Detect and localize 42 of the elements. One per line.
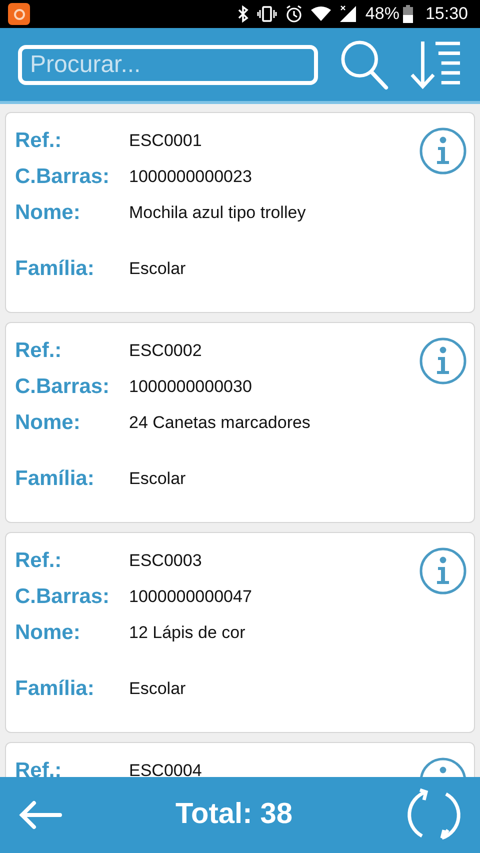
field-label: Família:: [15, 676, 96, 702]
field-value: Escolar: [129, 678, 186, 700]
search-field[interactable]: Procurar...: [18, 44, 318, 84]
signal-icon: [339, 5, 358, 23]
field-label: C.Barras:: [15, 374, 111, 400]
field-value: 12 Lápis de cor: [129, 622, 246, 644]
battery-icon: [403, 5, 414, 23]
field-value: Escolar: [129, 468, 186, 490]
field-value: 1000000000030: [129, 376, 252, 398]
field-value: ESC0002: [129, 340, 202, 362]
back-arrow-icon[interactable]: [18, 800, 62, 830]
total-count: Total: 38: [175, 797, 293, 832]
field-value: 1000000000047: [129, 586, 252, 608]
field-value: Escolar: [129, 258, 186, 280]
field-label: Ref.:: [15, 338, 63, 364]
field-value: 24 Canetas marcadores: [129, 412, 310, 434]
field-value: 1000000000023: [129, 166, 252, 188]
field-label: C.Barras:: [15, 584, 111, 610]
field-label: Nome:: [15, 410, 82, 436]
app-icon: [8, 3, 30, 25]
field-label: Ref.:: [15, 128, 63, 154]
field-label: Família:: [15, 466, 96, 492]
field-label: Nome:: [15, 200, 82, 226]
bluetooth-icon: [237, 5, 250, 23]
field-label: Nome:: [15, 620, 82, 646]
field-value: ESC0004: [129, 760, 202, 777]
product-card[interactable]: Ref.: ESC0001 C.Barras: 1000000000023 Nome: Mochila azul tipo trolley Família: Escolar: [5, 112, 475, 313]
field-value: ESC0001: [129, 130, 202, 152]
vibrate-icon: [257, 5, 278, 23]
field-label: Família:: [15, 256, 96, 282]
search-icon[interactable]: [340, 38, 390, 90]
clock-time: 15:30: [425, 3, 468, 26]
field-label: C.Barras:: [15, 164, 111, 190]
battery-percent: 48%: [365, 3, 400, 26]
alarm-icon: [285, 5, 304, 23]
field-value: ESC0003: [129, 550, 202, 572]
field-label: Ref.:: [15, 548, 63, 574]
wifi-icon: [311, 6, 332, 22]
sort-icon[interactable]: [409, 38, 462, 90]
product-card[interactable]: Ref.: ESC0003 C.Barras: 1000000000047 Nome: 12 Lápis de cor Família: Escolar: [5, 532, 475, 733]
product-card[interactable]: Ref.: ESC0002 C.Barras: 1000000000030 Nome: 24 Canetas marcadores Família: Escolar: [5, 322, 475, 523]
field-value: Mochila azul tipo trolley: [129, 202, 306, 224]
